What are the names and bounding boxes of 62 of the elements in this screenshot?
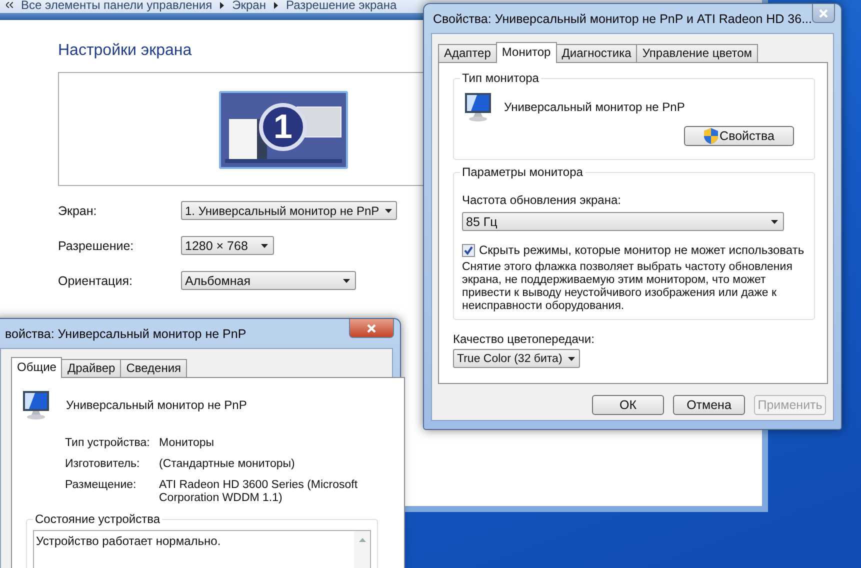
caret-icon — [385, 208, 392, 212]
close-icon — [367, 324, 376, 332]
field-label: Частота обновления экрана: — [462, 193, 622, 207]
monitor-icon — [20, 390, 52, 420]
close-button[interactable] — [349, 319, 394, 338]
group-title: Параметры монитора — [460, 165, 585, 179]
group-title: Тип монитора — [460, 71, 541, 85]
tab[interactable]: Диагностика — [556, 44, 638, 62]
shield-icon — [704, 128, 718, 144]
group-title: Состояние устройства — [33, 512, 162, 526]
property-label: Размещение: — [65, 479, 138, 493]
page-heading: Настройки экрана — [58, 42, 192, 61]
tab[interactable]: Монитор — [496, 42, 557, 63]
field-label: Разрешение: — [58, 238, 135, 252]
caret-icon — [343, 278, 350, 282]
device-name: Универсальный монитор не PnP — [504, 100, 685, 114]
dropdown[interactable]: 85 Гц — [462, 212, 784, 231]
triangle-icon — [220, 2, 224, 8]
breadcrumb-link[interactable]: Экран — [232, 0, 266, 11]
double-chevron-icon — [6, 2, 13, 8]
monitor-icon — [462, 92, 494, 122]
tab[interactable]: Сведения — [120, 359, 188, 377]
field-label: Качество цветопередачи: — [453, 332, 596, 346]
status-text-area[interactable]: Устройство работает нормально. — [33, 530, 371, 568]
monitor-thumbnail[interactable]: 1 — [219, 91, 348, 169]
dialog-button[interactable]: Отмена — [673, 395, 745, 415]
properties-button[interactable]: Свойства — [684, 126, 794, 146]
breadcrumb-link[interactable]: Все элементы панели управления — [21, 0, 212, 11]
tab[interactable]: Драйвер — [61, 359, 122, 377]
checkbox-label: Скрыть режимы, которые монитор не может использовать — [479, 243, 804, 257]
status-message: Устройство работает нормально. — [36, 534, 221, 548]
caret-icon — [261, 244, 268, 248]
dialog-button[interactable]: ОК — [592, 395, 664, 415]
scrollbar[interactable] — [354, 531, 370, 568]
property-value: ATI Radeon HD 3600 Series (Microsoft Corporation WDDM 1.1) — [159, 479, 359, 505]
property-label: Тип устройства: — [65, 437, 151, 450]
field-label: Экран: — [58, 204, 98, 218]
window-title: Свойства: Универсальный монитор не PnP и ATI Radeon HD 36... — [433, 12, 812, 26]
close-button[interactable] — [812, 4, 835, 23]
close-icon — [819, 8, 828, 18]
display-number-badge: 1 — [259, 103, 307, 151]
property-value: Мониторы — [159, 437, 216, 450]
tab[interactable]: Общие — [11, 357, 62, 378]
checkmark-icon — [464, 246, 473, 254]
caret-icon — [568, 356, 576, 360]
tab[interactable]: Управление цветом — [636, 44, 758, 62]
dropdown[interactable]: 1280 × 768 — [181, 236, 274, 255]
help-text: Снятие этого флажка позволяет выбрать частоту обновления экрана, не поддерживаемую этим монитором, что может привести к выводу неустойчивого изображения или даже к неисправности оборудования. — [462, 261, 794, 313]
breadcrumb-link[interactable]: Разрешение экрана — [286, 0, 397, 11]
property-label: Изготовитель: — [65, 458, 141, 471]
up-arrow-icon — [358, 538, 366, 542]
caret-icon — [771, 220, 778, 224]
triangle-icon — [274, 2, 278, 8]
dropdown[interactable]: 1. Универсальный монитор не PnP — [181, 201, 397, 220]
window-title: войства: Универсальный монитор не PnP — [5, 327, 246, 341]
dropdown[interactable]: True Color (32 бита) — [453, 349, 580, 368]
dropdown[interactable]: Альбомная — [181, 271, 356, 290]
field-label: Ориентация: — [58, 274, 134, 288]
checkbox[interactable] — [462, 244, 475, 256]
device-name: Универсальный монитор не PnP — [66, 398, 247, 412]
tab[interactable]: Адаптер — [438, 44, 497, 62]
property-value: (Стандартные мониторы) — [159, 458, 296, 471]
